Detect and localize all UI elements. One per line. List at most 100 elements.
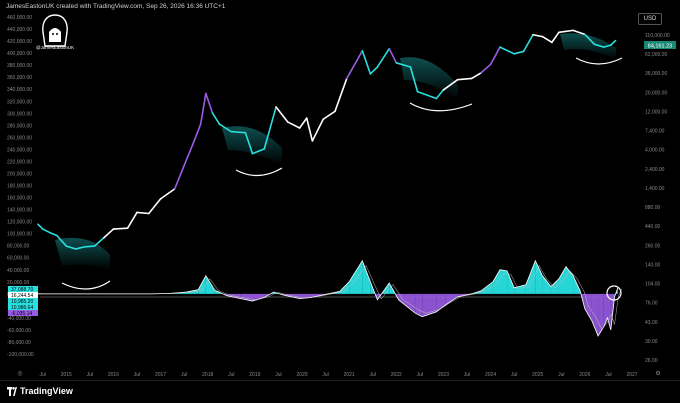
time-axis-tick: Jul — [370, 372, 376, 378]
oscillator-area-segment — [591, 293, 599, 336]
right-axis-tick: 140.00 — [645, 262, 661, 268]
time-axis-tick: 2019 — [249, 372, 260, 378]
right-axis-tick: 76.00 — [645, 301, 658, 307]
left-axis-tick: 260,000.00 — [7, 135, 32, 141]
left-axis-tick: -80,000.00 — [7, 340, 31, 346]
left-axis-tick: 320,000.00 — [7, 99, 32, 105]
price-tag: 84,161.23 — [644, 41, 676, 49]
price-segment — [275, 106, 289, 123]
time-axis-tick: 2027 — [626, 372, 637, 378]
time-axis-tick: 2016 — [108, 372, 119, 378]
right-axis-tick: 880.00 — [645, 205, 661, 211]
price-segment — [126, 211, 138, 229]
oscillator-area-segment — [492, 269, 500, 294]
price-segment — [136, 211, 150, 215]
right-axis-tick: 12,000.00 — [645, 109, 667, 115]
time-axis-tick: 2026 — [579, 372, 590, 378]
time-axis-tick: Jul — [511, 372, 517, 378]
oscillator-layer — [38, 259, 622, 337]
price-segment — [41, 228, 51, 234]
price-segment — [192, 123, 202, 144]
time-axis-tick: 2017 — [155, 372, 166, 378]
oscillator-line — [38, 259, 619, 337]
arc-2019 — [235, 167, 283, 177]
right-axis-tick: 2,400.00 — [645, 167, 665, 173]
right-axis-tick: 7,400.00 — [645, 129, 665, 135]
left-axis-tick: 400,000.00 — [7, 51, 32, 57]
left-axis-tick: 20,000.00 — [7, 280, 29, 286]
right-axis-tick: 1,400.00 — [645, 186, 665, 192]
price-segment — [480, 63, 492, 74]
price-segment — [388, 47, 398, 64]
price-segment — [361, 50, 372, 75]
target-icon[interactable]: ◎ — [17, 371, 22, 377]
settings-icon[interactable]: ⚙ — [655, 370, 660, 377]
left-axis-tick: 200,000.00 — [7, 171, 32, 177]
price-segment — [159, 188, 176, 200]
chart-area[interactable]: 460,000.00 440,000.00 420,000.00 400,000.00… — [0, 0, 680, 381]
arc-2022 — [409, 102, 473, 112]
price-segment — [334, 77, 348, 113]
price-segment — [48, 231, 58, 237]
price-segment — [205, 92, 214, 114]
price-segment — [499, 46, 515, 55]
left-axis-tick: 80,000.00 — [7, 244, 29, 250]
price-tag-label: 84,161.23 — [648, 43, 672, 49]
time-axis-tick: 2024 — [485, 372, 496, 378]
left-axis-tick: 360,000.00 — [7, 75, 32, 81]
left-axis-tick: 300,000.00 — [7, 111, 32, 117]
right-axis-tick: 43.00 — [645, 320, 658, 326]
price-segment — [489, 46, 501, 66]
time-axis-tick: Jul — [605, 372, 611, 378]
price-segment — [470, 71, 482, 80]
time-axis-tick: Jul — [322, 372, 328, 378]
right-axis-tick: 104.00 — [645, 282, 661, 288]
left-axis-tick: 40,000.00 — [7, 268, 29, 274]
left-axis-tick: 380,000.00 — [7, 63, 32, 69]
price-segment — [298, 117, 308, 129]
time-axis-tick: Jul — [464, 372, 470, 378]
right-axis-tick: 26.00 — [645, 358, 658, 364]
price-segment — [532, 33, 544, 38]
left-axis-tick: 180,000.00 — [7, 184, 32, 190]
left-axis-tick: 240,000.00 — [7, 147, 32, 153]
price-segment — [435, 89, 445, 100]
left-axis-tick: -100,000.00 — [7, 352, 34, 358]
price-segment — [287, 121, 301, 129]
left-axis-tick: 120,000.00 — [7, 220, 32, 226]
left-axis-tick: -60,000.00 — [7, 328, 31, 334]
time-axis-tick: 2020 — [296, 372, 307, 378]
time-axis-tick: 2021 — [344, 372, 355, 378]
time-axis-tick: Jul — [40, 372, 46, 378]
time-axis-tick: Jul — [417, 372, 423, 378]
price-segment — [416, 90, 438, 100]
price-layer — [37, 29, 617, 250]
price-segment — [311, 118, 325, 142]
right-axis-tick: 62,000.00 — [645, 52, 667, 58]
price-segment — [522, 33, 534, 53]
price-segment — [211, 112, 221, 126]
oscillator-area-segment — [558, 266, 566, 294]
footer-bar: TradingView — [0, 380, 680, 403]
price-segment — [541, 35, 553, 44]
price-segment — [376, 47, 391, 68]
right-axis-tick: 20,000.00 — [645, 90, 667, 96]
price-segment — [183, 141, 195, 167]
price-segment — [305, 117, 314, 142]
time-axis-tick: Jul — [275, 372, 281, 378]
price-segment — [103, 228, 115, 239]
arc-2015 — [61, 280, 111, 290]
price-segment — [345, 50, 364, 80]
time-axis-tick: 2025 — [532, 372, 543, 378]
price-segment — [173, 164, 185, 190]
price-segment — [558, 29, 574, 34]
time-axis: Jul 2015 Jul 2016 Jul 2017 Jul 2018 Jul 2019 Jul 20… — [40, 372, 638, 378]
price-segment — [112, 227, 129, 230]
cloud-layer — [55, 33, 616, 270]
price-segment — [609, 39, 617, 46]
oscillator-area-segment — [252, 293, 265, 302]
left-axis-tick: 280,000.00 — [7, 123, 32, 129]
right-axis: 110,000.00 62,000.00 36,000.00 20,000.00 12,… — [645, 33, 670, 364]
tradingview-logo-icon — [7, 387, 17, 396]
brand-name: TradingView — [20, 386, 73, 396]
